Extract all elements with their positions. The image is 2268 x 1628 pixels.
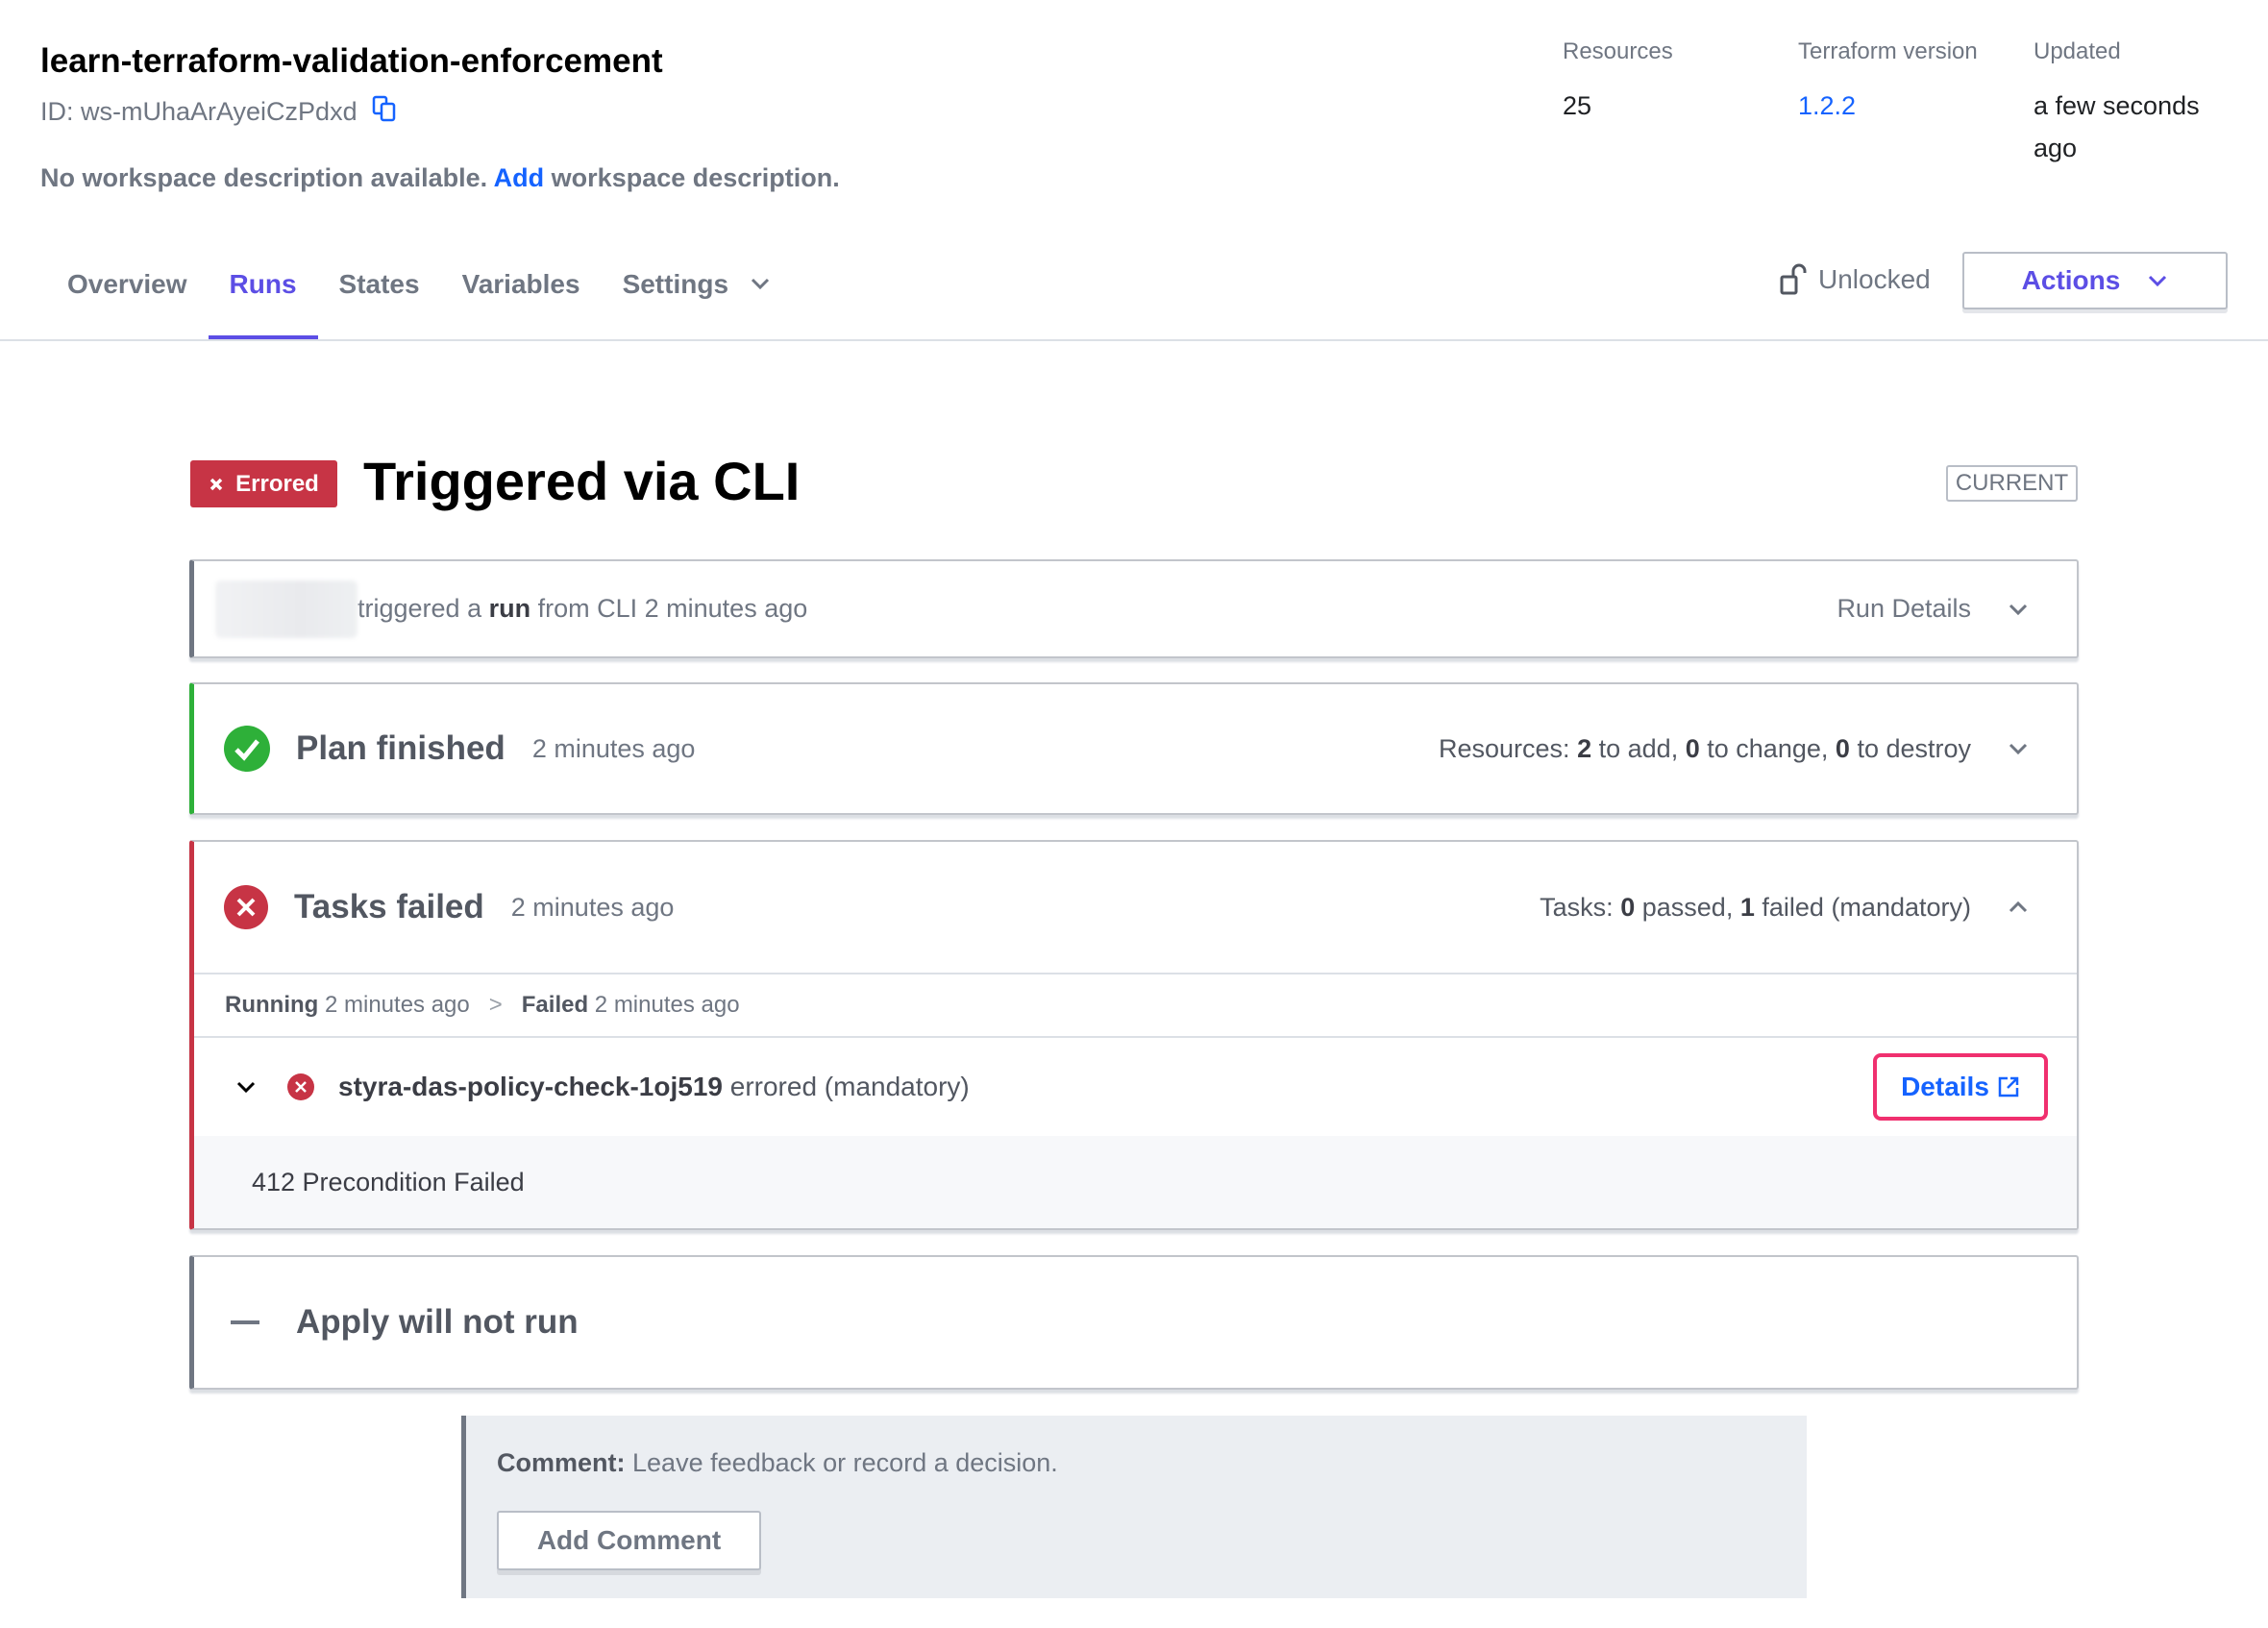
details-label: Details [1901,1072,1989,1101]
copy-icon[interactable] [371,94,398,130]
trigger-prefix: triggered a [357,594,482,623]
tasks-card: Tasks failed 2 minutes ago Tasks: 0 pass… [189,840,2079,1230]
comment-label: Comment: [497,1448,626,1477]
meta-updated: Updated a few seconds ago [2034,38,2226,169]
tab-label: Variables [461,269,580,299]
tab-divider [0,339,2268,341]
tab-settings[interactable]: Settings [602,265,792,340]
plan-title: Plan finished [296,729,505,767]
tab-label: Overview [67,269,187,299]
workspace-id: ID: ws-mUhaArAyeiCzPdxd [40,94,398,130]
comment-text: Leave feedback or record a decision. [632,1448,1058,1477]
chevron-down-icon [2149,275,2167,287]
dash-icon [231,1320,259,1324]
current-badge: CURRENT [1946,465,2078,502]
meta-resources: Resources 25 [1563,38,1755,127]
timeline-time: 2 minutes ago [324,992,470,1018]
trigger-text: triggered a run from CLI 2 minutes ago [357,594,807,624]
tab-runs[interactable]: Runs [208,265,318,340]
plan-summary: Resources: 2 to add, 0 to change, 0 to d… [1439,734,1971,764]
chevron-down-icon [751,278,770,290]
task-name: styra-das-policy-check-1oj519 [338,1072,723,1101]
x-icon [210,478,223,490]
task-timeline: Running 2 minutes ago > Failed 2 minutes… [194,974,2077,1038]
to-destroy-count: 0 [1835,733,1850,763]
apply-title: Apply will not run [296,1303,579,1341]
task-row: styra-das-policy-check-1oj519 errored (m… [194,1038,2077,1136]
to-add-count: 2 [1577,733,1592,763]
passed-label: passed, [1641,892,1734,922]
chevron-down-icon[interactable] [2008,599,2029,620]
description-suffix: workspace description. [551,163,840,192]
chevron-down-icon[interactable] [234,1075,258,1098]
task-status: errored (mandatory) [729,1072,970,1101]
comment-box: Comment: Leave feedback or record a deci… [461,1416,1807,1598]
unlock-icon [1780,263,1807,295]
chevron-down-icon[interactable] [2008,738,2029,759]
tasks-summary: Tasks: 0 passed, 1 failed (mandatory) [1540,893,1971,923]
status-badge-label: Errored [235,470,319,497]
tab-variables[interactable]: Variables [441,265,602,340]
tab-label: Runs [229,269,297,299]
timeline-time: 2 minutes ago [594,992,740,1018]
meta-value: 25 [1563,91,1592,120]
run-trigger-card: triggered a run from CLI 2 minutes ago R… [189,559,2079,658]
chevron-up-icon[interactable] [2008,897,2029,918]
apply-card: Apply will not run [189,1255,2079,1390]
avatar [215,580,357,638]
tasks-time: 2 minutes ago [510,892,675,922]
x-circle-icon [287,1073,314,1100]
x-circle-icon [224,885,268,929]
trigger-suffix: from CLI 2 minutes ago [537,594,808,623]
task-error-message: 412 Precondition Failed [194,1136,2077,1228]
actions-label: Actions [2021,265,2121,295]
run-details-toggle[interactable]: Run Details [1837,594,1971,624]
terraform-version-link[interactable]: 1.2.2 [1798,85,1990,127]
to-change-count: 0 [1685,733,1700,763]
tab-label: States [338,269,420,299]
meta-label: Updated [2034,38,2121,64]
to-add-label: to add, [1598,733,1679,763]
description-text: No workspace description available. [40,163,488,192]
lock-status[interactable]: Unlocked [1780,263,1931,296]
meta-label: Terraform version [1798,38,1978,64]
summary-prefix: Tasks: [1540,892,1614,922]
plan-card[interactable]: Plan finished 2 minutes ago Resources: 2… [189,682,2079,815]
workspace-id-text: ID: ws-mUhaArAyeiCzPdxd [40,97,357,126]
run-title: Triggered via CLI [363,451,801,511]
to-destroy-label: to destroy [1857,733,1971,763]
tab-label: Settings [622,269,729,299]
status-badge: Errored [190,460,337,507]
failed-label: failed (mandatory) [1762,892,1971,922]
failed-count: 1 [1739,892,1755,922]
meta-value: a few seconds ago [2034,91,2200,162]
summary-prefix: Resources: [1439,733,1570,763]
timeline-state: Running [225,992,319,1018]
tab-states[interactable]: States [318,265,441,340]
tab-overview[interactable]: Overview [46,265,209,340]
check-circle-icon [224,726,270,772]
add-description-link[interactable]: Add [494,163,544,192]
meta-label: Resources [1563,38,1673,64]
details-link[interactable]: Details [1873,1053,2048,1121]
timeline-separator: > [488,992,503,1018]
add-comment-button[interactable]: Add Comment [497,1511,761,1570]
workspace-title: learn-terraform-validation-enforcement [40,42,663,80]
external-link-icon [1998,1076,2019,1098]
actions-button[interactable]: Actions [1962,252,2228,309]
meta-terraform-version: Terraform version 1.2.2 [1798,38,1990,127]
lock-label: Unlocked [1818,264,1931,294]
trigger-run-word: run [488,594,531,623]
workspace-tabs: Overview Runs States Variables Settings [46,265,792,340]
tasks-header[interactable]: Tasks failed 2 minutes ago Tasks: 0 pass… [194,842,2077,974]
to-change-label: to change, [1707,733,1829,763]
passed-count: 0 [1620,892,1636,922]
timeline-state: Failed [521,992,589,1018]
plan-time: 2 minutes ago [531,733,696,763]
tasks-title: Tasks failed [294,888,484,925]
comment-prompt: Comment: Leave feedback or record a deci… [497,1448,1807,1478]
workspace-description: No workspace description available. Add … [40,163,840,193]
